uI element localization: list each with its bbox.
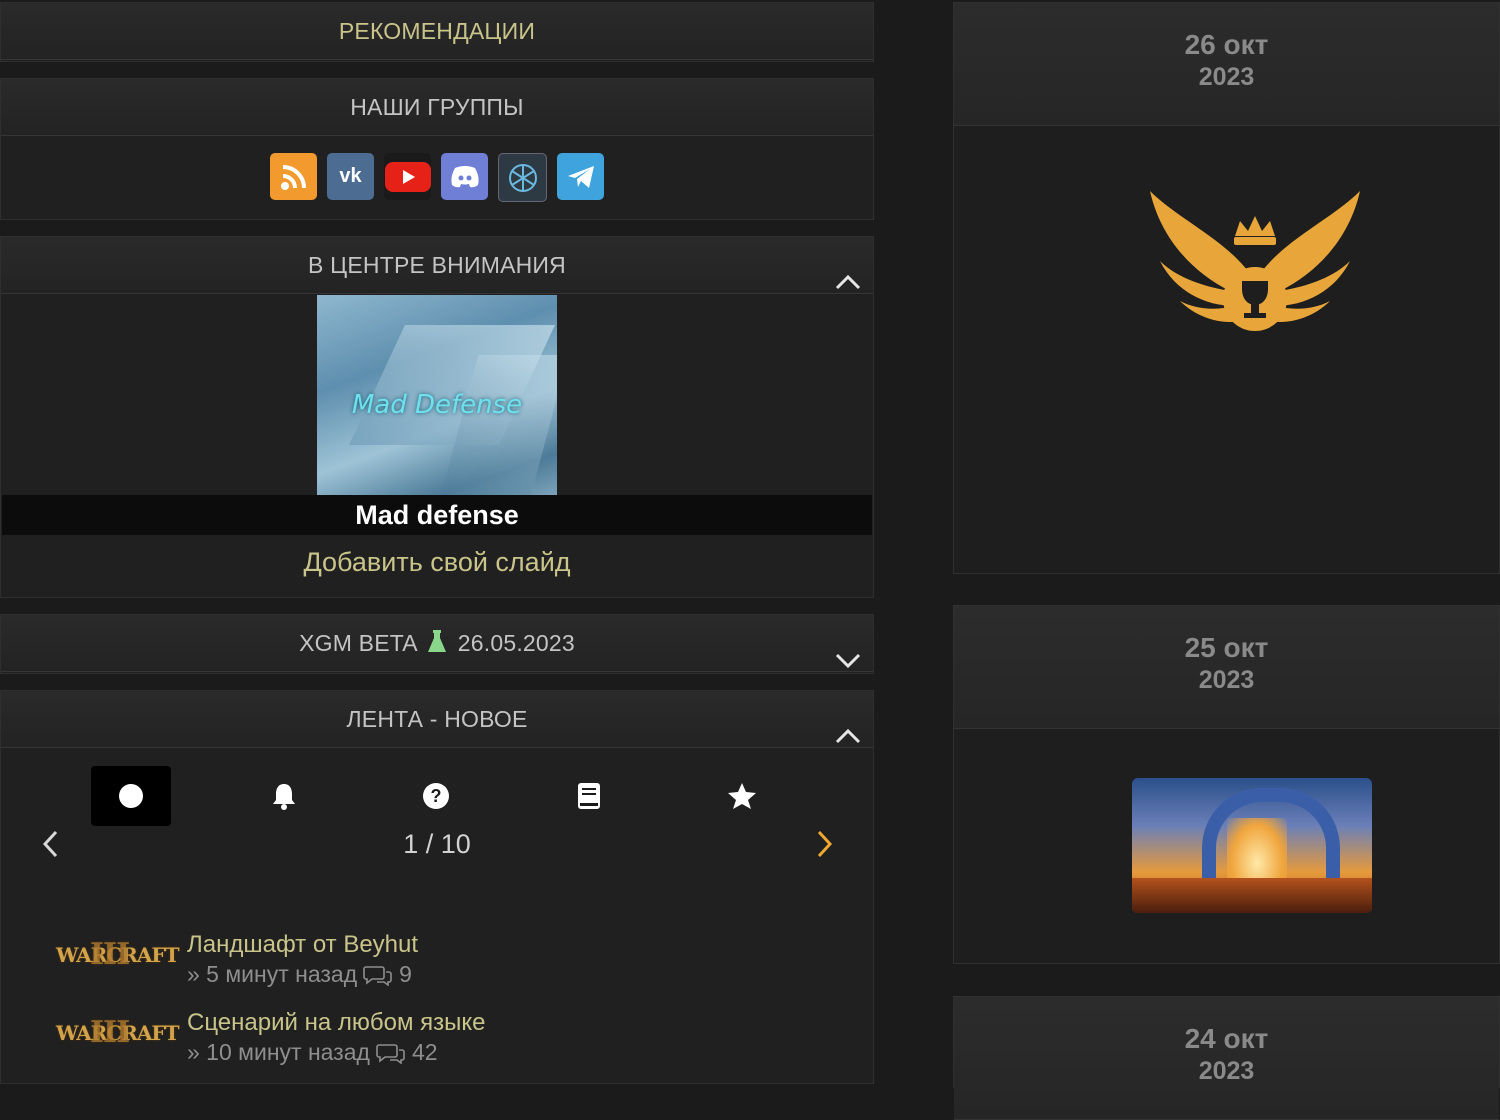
spotlight-panel: В ЦЕНТРЕ ВНИМАНИЯ Mad Defense Mad defens… [0,236,874,598]
event-card[interactable]: 26 окт 2023 [953,2,1500,574]
card-day: 25 окт [1184,632,1269,663]
feed-tabs: ? [1,766,873,826]
youtube-icon[interactable] [384,153,431,200]
card-day: 24 окт [1184,1023,1269,1054]
feed-item[interactable]: III WARCRAFT Сценарий на любом языке » 10… [1,1009,873,1079]
recommendations-title[interactable]: РЕКОМЕНДАЦИИ [1,3,873,60]
trophy-wings-icon [1150,191,1360,331]
question-icon: ? [423,783,449,809]
feed-item[interactable]: III WARCRAFT Ландшафт от Beyhut » 5 минут… [1,931,873,1001]
tab-questions[interactable]: ? [396,766,476,826]
telegram-icon[interactable] [557,153,604,200]
pager-count: 1 / 10 [403,829,471,859]
chevron-down-icon[interactable] [835,633,861,669]
card-date: 24 окт 2023 [954,997,1499,1120]
feed-item-title[interactable]: Ландшафт от Beyhut [187,931,418,959]
beta-panel: XGM BETA 26.05.2023 [0,614,874,674]
feed-item-meta: » 10 минут назад 42 [187,1039,438,1066]
xgm-icon[interactable] [498,153,547,202]
card-year: 2023 [1198,666,1255,694]
svg-text:?: ? [431,786,442,806]
feed-pager: 1 / 10 [1,819,873,869]
tab-notifications[interactable] [244,766,324,826]
feed-header[interactable]: ЛЕНТА - НОВОЕ [1,691,873,748]
tab-favorites[interactable] [702,766,782,826]
groups-title: НАШИ ГРУППЫ [1,79,873,136]
rss-icon[interactable] [270,153,317,200]
chevron-right-icon[interactable] [816,829,834,864]
star-icon [728,783,756,809]
social-links: vk [1,136,873,202]
chevron-up-icon[interactable] [835,255,861,290]
feed-item-time: » 5 минут назад [187,961,358,987]
discord-icon[interactable] [441,153,488,200]
feed-title: ЛЕНТА - НОВОЕ [346,706,528,732]
card-date: 26 окт 2023 [954,3,1499,126]
event-card[interactable]: 24 окт 2023 [953,996,1500,1120]
chevron-up-icon[interactable] [835,709,861,744]
add-slide-link[interactable]: Добавить свой слайд [1,547,873,578]
recommendations-panel: РЕКОМЕНДАЦИИ [0,2,874,62]
beta-title: XGM BETA [299,630,417,656]
circle-icon [119,784,143,808]
spotlight-header[interactable]: В ЦЕНТРЕ ВНИМАНИЯ [1,237,873,294]
card-year: 2023 [1198,1057,1255,1085]
warcraft-logo: III WARCRAFT [56,937,179,972]
feed-item-meta: » 5 минут назад 9 [187,961,412,988]
feed-item-time: » 10 минут назад [187,1039,370,1065]
tab-articles[interactable] [549,766,629,826]
slide-logo-text: Mad Defense [351,390,523,420]
feed-item-title[interactable]: Сценарий на любом языке [187,1009,486,1037]
slide-caption[interactable]: Mad defense [2,495,872,535]
warcraft-logo: III WARCRAFT [56,1015,179,1050]
beta-date: 26.05.2023 [457,630,575,656]
card-day: 26 окт [1184,29,1269,60]
comments-icon [363,965,392,986]
event-card[interactable]: 25 окт 2023 [953,605,1500,964]
event-image[interactable] [1132,778,1372,913]
feed-panel: ЛЕНТА - НОВОЕ ? 1 / 10 III WARCRAFT Ланд… [0,690,874,1084]
feed-item-comments: 42 [411,1039,438,1065]
groups-panel: НАШИ ГРУППЫ vk [0,78,874,220]
bell-icon [273,784,295,810]
beta-header[interactable]: XGM BETA 26.05.2023 [1,615,873,672]
comments-icon [376,1043,405,1064]
spotlight-title: В ЦЕНТРЕ ВНИМАНИЯ [308,252,566,278]
book-icon [578,783,600,809]
feed-item-comments: 9 [399,961,412,987]
tab-all[interactable] [91,766,171,826]
vk-icon[interactable]: vk [327,153,374,200]
flask-icon [428,630,447,652]
card-date: 25 окт 2023 [954,606,1499,729]
card-year: 2023 [1198,63,1255,91]
